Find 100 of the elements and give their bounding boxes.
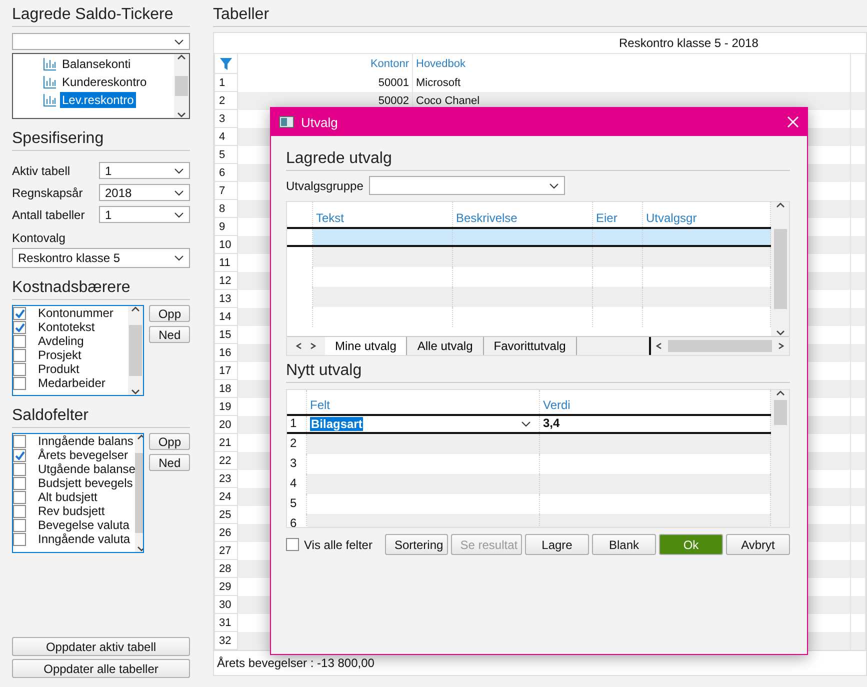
dialog-button[interactable]: Blank	[592, 534, 656, 555]
list-item[interactable]: Kontonummer	[38, 306, 114, 320]
checkbox[interactable]	[13, 504, 26, 518]
checkbox[interactable]	[13, 362, 26, 376]
field-value[interactable]: Bilagsart	[310, 417, 364, 431]
grid-row[interactable]: 1 Bilagsart 3,4	[287, 414, 771, 434]
scroll-right-icon[interactable]	[776, 343, 785, 349]
scrollbar[interactable]	[771, 202, 789, 336]
chevron-down-icon	[521, 421, 531, 427]
scroll-down-icon[interactable]	[131, 389, 140, 395]
scrollbar[interactable]	[128, 306, 144, 395]
grid-row[interactable]	[287, 227, 771, 247]
scrollbar-thumb[interactable]	[129, 325, 142, 376]
checkbox[interactable]	[13, 334, 26, 348]
scroll-down-icon[interactable]	[776, 330, 784, 336]
update-button[interactable]: Oppdater alle tabeller	[12, 659, 190, 678]
move-button[interactable]: Ned	[149, 454, 190, 471]
dialog-button[interactable]: Ok	[659, 534, 723, 555]
tree-item[interactable]: Kundereskontro	[60, 74, 149, 90]
checkbox[interactable]	[13, 348, 26, 362]
scroll-up-icon[interactable]	[177, 54, 186, 60]
list-item[interactable]: Budsjett bevegels	[38, 476, 133, 490]
section-heading: Lagrede utvalg	[286, 150, 790, 171]
list-item[interactable]: Årets bevegelser	[38, 448, 128, 462]
close-icon[interactable]	[787, 116, 799, 128]
scroll-down-icon[interactable]	[137, 546, 144, 552]
checkbox[interactable]	[13, 518, 26, 532]
list-item[interactable]: Rev budsjett	[38, 504, 105, 518]
grid-row[interactable]: 4	[287, 474, 771, 494]
sheet-tab[interactable]: Mine utvalg	[325, 337, 408, 355]
checkbox[interactable]	[13, 320, 26, 334]
dropdown[interactable]: 2018	[99, 184, 190, 201]
scroll-up-icon[interactable]	[776, 202, 784, 208]
row-number: 8	[214, 200, 238, 218]
move-button[interactable]: Opp	[149, 433, 190, 450]
move-button[interactable]: Opp	[149, 305, 190, 322]
scroll-left-icon[interactable]	[655, 343, 664, 349]
list-item[interactable]: Inngående valuta	[38, 532, 130, 546]
scrollbar-thumb[interactable]	[175, 76, 188, 96]
value-cell[interactable]: 3,4	[543, 416, 560, 430]
checkbox[interactable]	[13, 532, 26, 546]
window-icon	[279, 116, 294, 128]
list-item[interactable]: Kontotekst	[38, 320, 95, 334]
dialog-button[interactable]: Sortering	[385, 534, 448, 555]
table-cell: Microsoft	[416, 77, 461, 89]
checkbox[interactable]	[13, 376, 26, 390]
dialog-button[interactable]: Avbryt	[726, 534, 790, 555]
list-item[interactable]: Prosjekt	[38, 348, 82, 362]
checkbox[interactable]	[13, 476, 26, 490]
dropdown[interactable]: 1	[99, 162, 190, 179]
checkbox[interactable]	[13, 306, 26, 320]
row-number: 19	[214, 398, 238, 416]
row-number: 29	[214, 578, 238, 596]
tree-item[interactable]: Lev.reskontro	[60, 92, 136, 108]
column-header[interactable]: Verdi	[543, 398, 570, 412]
scroll-up-icon[interactable]	[776, 390, 784, 396]
list-item[interactable]: Bevegelse valuta	[38, 518, 130, 532]
checkbox[interactable]	[13, 434, 26, 448]
row-number: 23	[214, 470, 238, 488]
scroll-up-icon[interactable]	[131, 306, 140, 312]
list-item[interactable]: Produkt	[38, 362, 80, 376]
tree-item[interactable]: Balansekonti	[60, 56, 133, 72]
section-heading: Nytt utvalg	[286, 362, 790, 383]
filter-icon[interactable]	[219, 56, 233, 70]
update-button[interactable]: Oppdater aktiv tabell	[12, 637, 190, 656]
list-item[interactable]: Utgående balanse	[38, 462, 136, 476]
column-header[interactable]: Eier	[596, 211, 618, 225]
column-header[interactable]: Beskrivelse	[456, 211, 518, 225]
list-item[interactable]: Medarbeider	[38, 376, 106, 390]
list-item[interactable]: Inngående balans	[38, 434, 134, 448]
column-header[interactable]: Felt	[310, 398, 330, 412]
checkbox[interactable]	[13, 448, 26, 462]
column-header[interactable]: Tekst	[316, 211, 344, 225]
column-header[interactable]: Utvalgsgr	[646, 211, 697, 225]
grid-row[interactable]: 2	[287, 434, 771, 454]
checkbox[interactable]	[286, 538, 299, 551]
grid-row[interactable]: 6	[287, 514, 771, 527]
tab-right-icon[interactable]	[308, 343, 317, 349]
dropdown[interactable]: 1	[99, 206, 190, 223]
scrollbar[interactable]	[771, 390, 789, 527]
checkbox[interactable]	[13, 490, 26, 504]
table-row[interactable]: 1 50001 Microsoft	[214, 74, 866, 92]
scrollbar[interactable]	[174, 54, 189, 118]
scrollbar-thumb[interactable]	[774, 400, 786, 425]
scrollbar-thumb[interactable]	[774, 229, 786, 309]
scrollbar-thumb[interactable]	[668, 340, 772, 352]
dropdown[interactable]	[369, 176, 566, 195]
list-item[interactable]: Alt budsjett	[38, 490, 98, 504]
window-title: Utvalg	[301, 114, 339, 130]
checkbox[interactable]	[13, 462, 26, 476]
dialog-button[interactable]: Lagre	[525, 534, 589, 555]
scroll-up-icon[interactable]	[137, 434, 144, 440]
scroll-down-icon[interactable]	[177, 112, 186, 118]
dropdown[interactable]: Reskontro klasse 5	[12, 248, 190, 268]
move-button[interactable]: Ned	[149, 326, 190, 343]
row-number: 14	[214, 308, 238, 326]
bar-chart-icon	[43, 75, 57, 89]
row-number: 22	[214, 452, 238, 470]
tab-left-icon[interactable]	[295, 343, 304, 349]
list-item[interactable]: Avdeling	[38, 334, 84, 348]
